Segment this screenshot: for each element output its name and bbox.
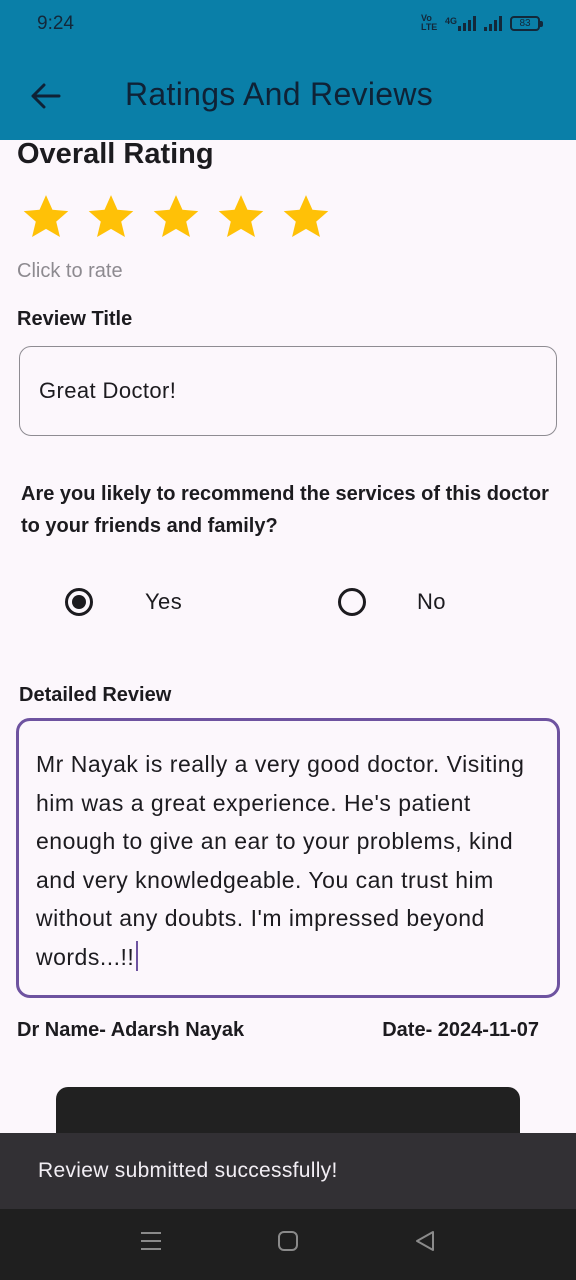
battery-icon: 83: [510, 15, 543, 31]
back-button[interactable]: [22, 74, 70, 118]
detailed-review-textarea[interactable]: Mr Nayak is really a very good doctor. V…: [16, 718, 560, 998]
doctor-name: Dr Name- Adarsh Nayak: [17, 1019, 245, 1041]
detailed-review-label: Detailed Review: [19, 684, 172, 706]
signal-4g-icon: 4G: [445, 15, 476, 31]
system-nav-bar: [0, 1209, 576, 1280]
home-icon[interactable]: [277, 1230, 299, 1252]
radio-no-label: No: [417, 589, 446, 614]
radio-no[interactable]: No: [338, 584, 446, 620]
snackbar: Review submitted successfully!: [0, 1133, 576, 1209]
text-cursor: [136, 940, 139, 971]
star-icon-4[interactable]: [215, 192, 267, 242]
review-title-input[interactable]: Great Doctor!: [19, 346, 557, 436]
page-title: Ratings And Reviews: [125, 76, 434, 112]
radio-yes[interactable]: Yes: [65, 584, 182, 620]
radio-selected-icon: [65, 588, 93, 616]
review-title-value: Great Doctor!: [39, 378, 177, 403]
star-rating: [20, 192, 332, 242]
radio-unselected-icon: [338, 588, 366, 616]
status-bar: 9:24 Vo LTE 4G 83: [0, 0, 576, 52]
arrow-left-icon: [31, 83, 61, 109]
status-icons: Vo LTE 4G 83: [420, 13, 543, 32]
overall-rating-heading: Overall Rating: [17, 138, 214, 170]
star-icon-5[interactable]: [280, 192, 332, 242]
review-date: Date- 2024-11-07: [382, 1019, 539, 1041]
snackbar-message: Review submitted successfully!: [38, 1159, 338, 1182]
app-bar: 9:24 Vo LTE 4G 83 Ratings And Reviews: [0, 0, 576, 140]
star-icon-3[interactable]: [150, 192, 202, 242]
signal-bars-icon: [484, 15, 502, 31]
star-icon-2[interactable]: [85, 192, 137, 242]
status-time: 9:24: [37, 13, 74, 34]
star-icon-1[interactable]: [20, 192, 72, 242]
volte-icon: Vo LTE: [420, 13, 438, 32]
detailed-review-text: Mr Nayak is really a very good doctor. V…: [36, 751, 525, 970]
click-to-rate-hint: Click to rate: [17, 260, 123, 282]
back-triangle-icon[interactable]: [414, 1230, 436, 1252]
ratings-reviews-screen: 9:24 Vo LTE 4G 83 Ratings And Reviews Ov…: [0, 0, 576, 1280]
recommend-question: Are you likely to recommend the services…: [21, 483, 549, 537]
menu-icon[interactable]: [140, 1230, 162, 1252]
review-title-label: Review Title: [17, 308, 133, 330]
radio-yes-label: Yes: [145, 589, 183, 614]
